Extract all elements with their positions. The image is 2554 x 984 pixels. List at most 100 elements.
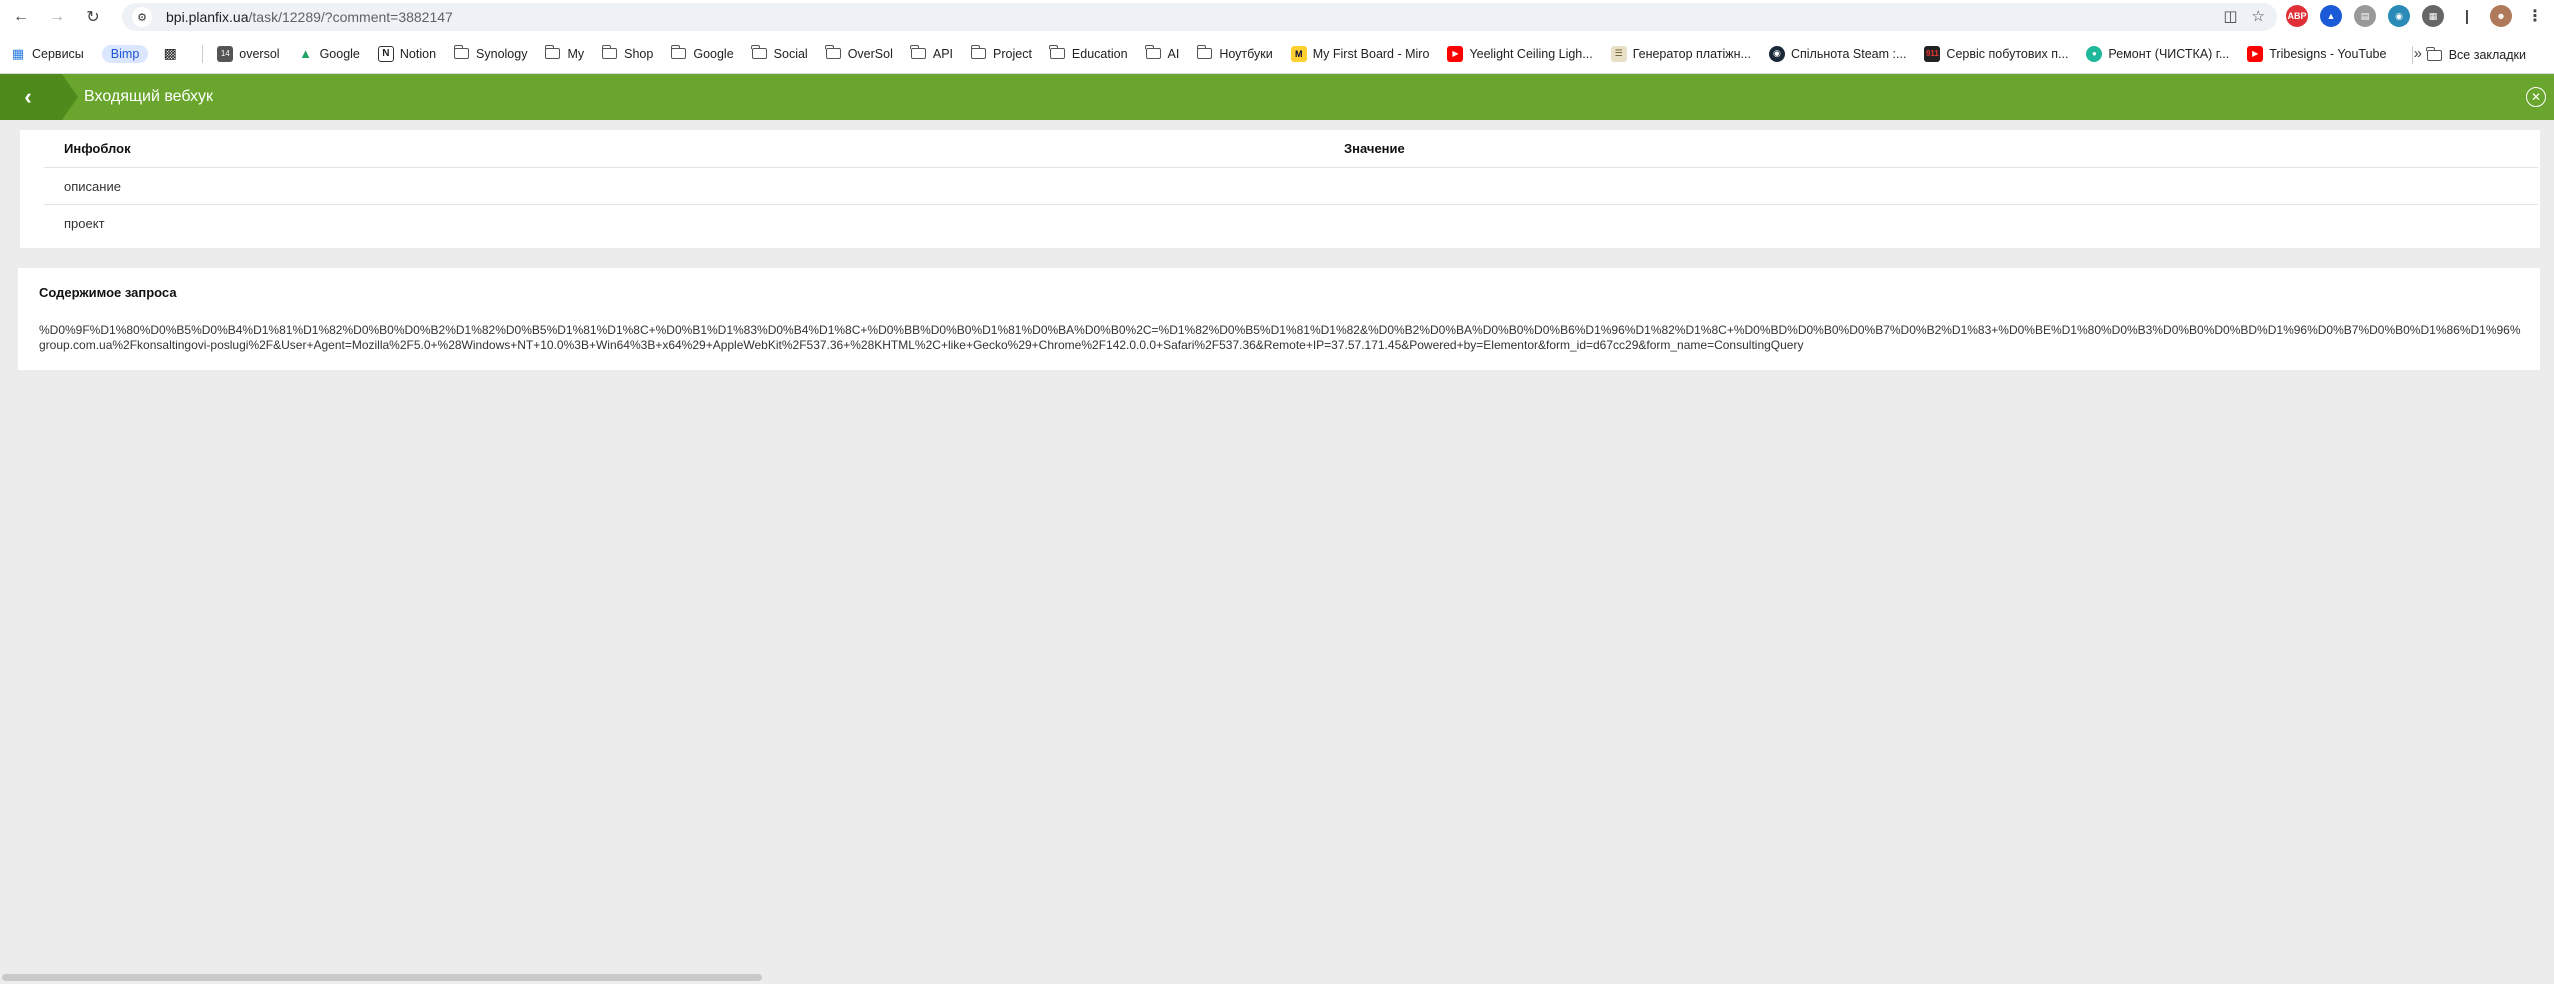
column-header-infoblock: Инфоблок	[64, 141, 131, 156]
folder-icon	[544, 45, 561, 59]
bookmark-folder-synology[interactable]: Synology	[453, 45, 528, 61]
folder-icon	[751, 45, 767, 59]
bookmark-folder-ai[interactable]: AI	[1145, 45, 1180, 61]
qr-icon: ▩	[163, 45, 177, 61]
bookmark-qr[interactable]: ▩	[162, 45, 184, 62]
table-cell: описание	[64, 178, 121, 194]
request-body-line: %D0%9F%D1%80%D0%B5%D0%B4%D1%81%D1%82%D0%…	[39, 323, 2521, 337]
bookmark-all[interactable]: Все закладки	[2411, 46, 2526, 64]
chevron-left-icon: ‹	[24, 84, 32, 109]
bookmark-appliance-service[interactable]: 911 Сервіс побутових п...	[1924, 45, 2069, 62]
address-bar[interactable]: ⚙ bpi.planfix.ua/task/12289/?comment=388…	[122, 3, 2277, 31]
storage-extension-icon[interactable]: ▤	[2354, 5, 2376, 27]
site-settings-icon[interactable]: ⚙	[132, 7, 152, 27]
calendar-icon: 14	[217, 45, 234, 62]
bookmark-folder-my[interactable]: My	[544, 45, 585, 61]
repair-icon: ●	[2086, 45, 2103, 62]
folder-icon	[601, 45, 618, 59]
bookmark-folder-notebooks[interactable]: Ноутбуки	[1196, 45, 1273, 61]
page-title: Входящий вебхук	[84, 88, 214, 105]
bookmark-folder-project[interactable]: Project	[970, 45, 1032, 61]
close-icon[interactable]: ✕	[2526, 87, 2546, 107]
notion-icon: N	[377, 45, 394, 62]
extensions-area: ABP ▲ ▤ ◉ ▦ | ☻ ⋮	[2286, 5, 2546, 27]
adblock-extension-icon[interactable]: ABP	[2286, 5, 2308, 27]
infoblock-table: Инфоблок Значение описание проект	[20, 130, 2540, 248]
steam-icon: ◉	[1768, 45, 1785, 62]
table-header: Инфоблок Значение	[44, 130, 2538, 168]
bookmark-label: Все закладки	[2448, 48, 2526, 62]
bookmark-label: Сервіс побутових п...	[1946, 46, 2069, 61]
folder-icon	[1049, 45, 1065, 59]
bookmark-folder-api[interactable]: API	[910, 45, 954, 61]
bookmark-label: Google	[693, 46, 734, 61]
bookmark-folder-education[interactable]: Education	[1049, 45, 1128, 61]
circle-extension-icon[interactable]: ◉	[2388, 5, 2410, 27]
bookmark-bimp[interactable]: Bimp	[101, 44, 149, 63]
bookmark-folder-social[interactable]: Social	[751, 45, 808, 61]
bookmark-label: Education	[1071, 46, 1128, 61]
folder-icon	[910, 45, 926, 59]
reload-icon[interactable]: ↻	[80, 4, 106, 30]
bookmark-label: Notion	[399, 46, 437, 61]
menu-dots-icon[interactable]: ⋮	[2524, 5, 2546, 27]
bookmark-folder-shop[interactable]: Shop	[601, 45, 654, 61]
install-app-icon[interactable]: ◫	[2223, 7, 2237, 25]
bookmark-label: Google	[319, 46, 360, 61]
bookmark-payment-generator[interactable]: ☰ Генератор платіжн...	[1610, 45, 1751, 62]
folder-icon	[453, 45, 470, 59]
youtube-icon: ▶	[1447, 45, 1464, 62]
bookmark-label: Yeelight Ceiling Ligh...	[1469, 46, 1593, 61]
bookmark-label: AI	[1167, 46, 1180, 61]
bookmark-separator	[202, 44, 204, 63]
bookmark-yeelight[interactable]: ▶ Yeelight Ceiling Ligh...	[1447, 45, 1593, 62]
bookmark-star-icon[interactable]: ☆	[2252, 7, 2265, 25]
bookmark-label: Project	[993, 46, 1032, 61]
miro-icon: M	[1290, 45, 1307, 62]
column-header-value: Значение	[1344, 141, 1405, 156]
bookmark-miro[interactable]: M My First Board - Miro	[1290, 45, 1430, 62]
url-host: bpi.planfix.ua	[166, 9, 249, 25]
url-path: /task/12289/?comment=3882147	[248, 9, 453, 25]
folder-icon	[970, 45, 987, 59]
puzzle-extensions-icon[interactable]: ▦	[2422, 5, 2444, 27]
bookmark-label: Сервисы	[32, 46, 84, 61]
folder-icon	[2426, 46, 2442, 61]
bookmark-google-drive[interactable]: ▲ Google	[298, 46, 360, 62]
profile-avatar-icon[interactable]: ☻	[2490, 5, 2512, 27]
bookmark-label: Synology	[476, 46, 528, 61]
bookmark-label: oversol	[239, 46, 280, 61]
forward-arrow-icon[interactable]: →	[44, 4, 70, 30]
bookmark-folder-google[interactable]: Google	[670, 45, 734, 61]
folder-icon	[670, 45, 687, 59]
vertical-separator-icon: |	[2456, 5, 2478, 27]
bookmark-services[interactable]: ▦ Сервисы	[10, 46, 84, 62]
bookmark-tribesigns[interactable]: ▶ Tribesigns - YouTube	[2247, 45, 2386, 62]
bookmark-folder-oversol[interactable]: OverSol	[825, 45, 893, 61]
bookmark-notion[interactable]: N Notion	[377, 45, 437, 62]
back-button[interactable]: ‹	[0, 74, 78, 120]
bookmark-oversol[interactable]: 14 oversol	[217, 45, 280, 62]
bookmark-repair[interactable]: ● Ремонт (ЧИСТКА) г...	[2086, 45, 2229, 62]
bookmark-label: My First Board - Miro	[1312, 46, 1430, 61]
bookmark-steam[interactable]: ◉ Спільнота Steam :...	[1768, 45, 1907, 62]
browser-toolbar: ← → ↻ ⚙ bpi.planfix.ua/task/12289/?comme…	[0, 0, 2554, 34]
youtube-icon: ▶	[2247, 45, 2264, 62]
request-title: Содержимое запроса	[39, 285, 177, 300]
bookmark-label: OverSol	[847, 46, 893, 61]
bookmark-label: Shop	[624, 46, 654, 61]
table-row: проект	[44, 205, 2538, 242]
request-content-card: Содержимое запроса %D0%9F%D1%80%D0%B5%D0…	[18, 268, 2540, 370]
request-body[interactable]: %D0%9F%D1%80%D0%B5%D0%B4%D1%81%D1%82%D0%…	[39, 323, 2540, 353]
bookmark-label: Спільнота Steam :...	[1790, 46, 1907, 61]
bookmark-label: My	[567, 46, 585, 61]
back-arrow-icon[interactable]: ←	[8, 4, 34, 30]
horizontal-scrollbar[interactable]	[2, 974, 762, 981]
table-row: описание	[44, 168, 2538, 205]
bookmark-label: API	[932, 46, 954, 61]
service-icon: 911	[1924, 45, 1941, 62]
folder-icon	[1145, 45, 1161, 59]
bookmark-separator	[2411, 46, 2413, 64]
shield-extension-icon[interactable]: ▲	[2320, 5, 2342, 27]
apps-grid-icon: ▦	[11, 45, 25, 61]
